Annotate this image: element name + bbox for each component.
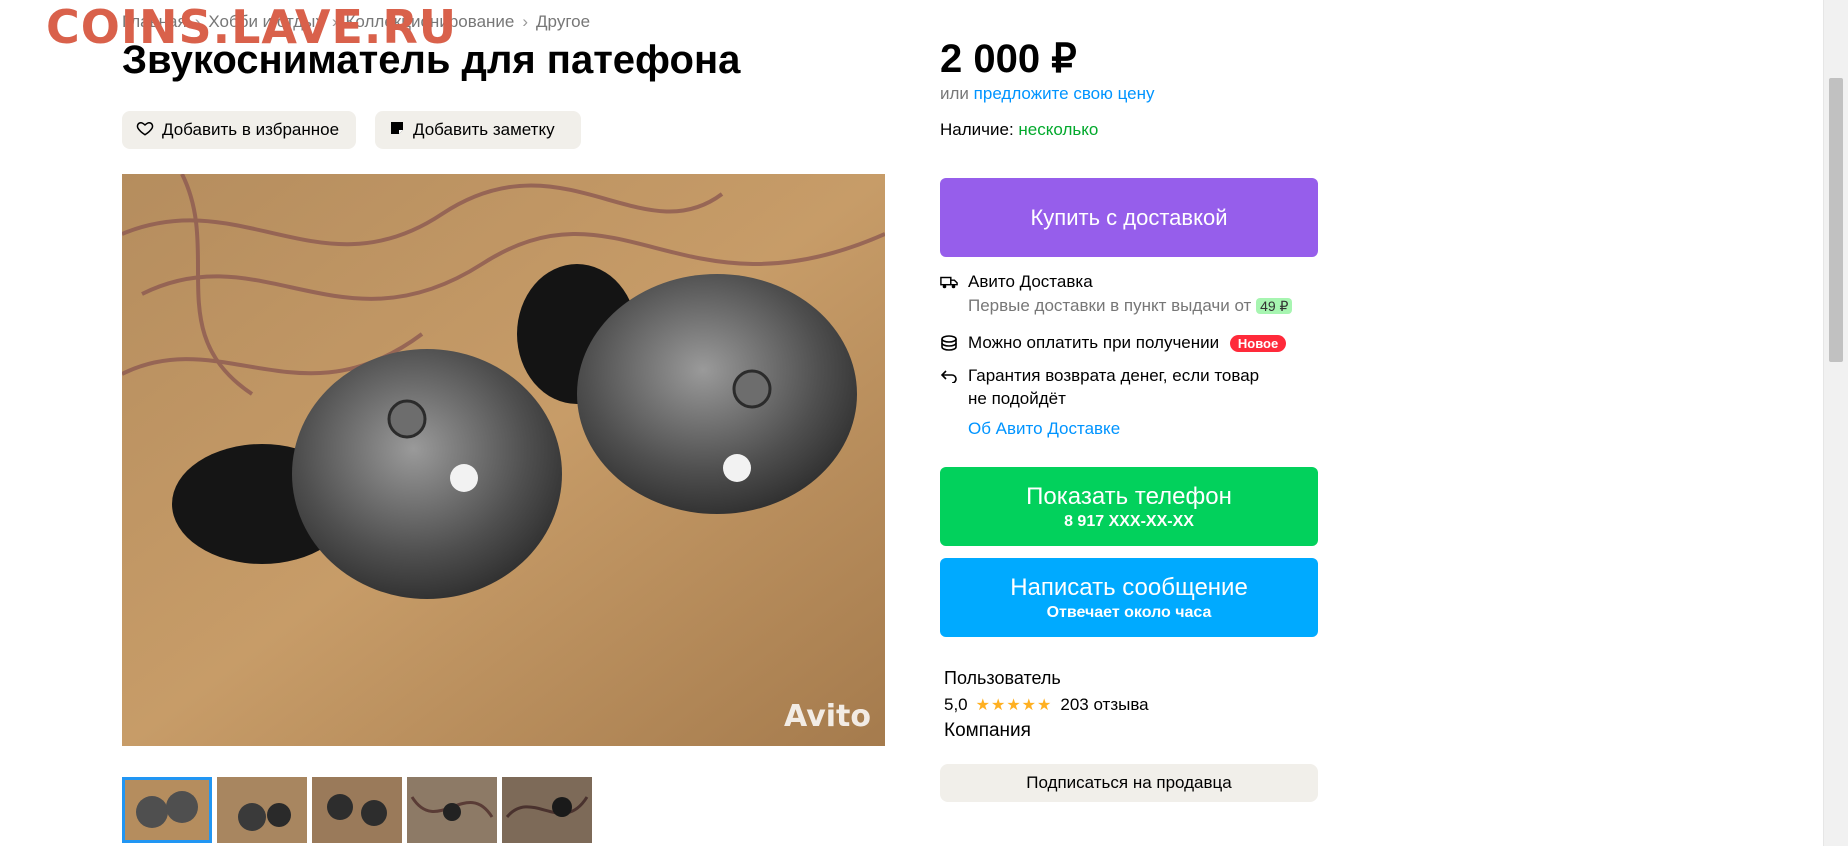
delivery-subtitle: Первые доставки в пункт выдачи от xyxy=(968,296,1252,315)
site-watermark: COINS.LAVE.RU xyxy=(46,0,458,54)
thumbnail[interactable] xyxy=(502,777,592,843)
reviews-link[interactable]: 203 отзыва xyxy=(1060,695,1148,715)
thumbnail-strip xyxy=(122,777,592,843)
offer-prefix: или xyxy=(940,84,969,103)
breadcrumb-other[interactable]: Другое xyxy=(536,12,590,32)
offer-price-line: или предложите свою цену xyxy=(940,84,1155,104)
avito-watermark: Avito xyxy=(784,699,871,734)
delivery-info: Авито Доставка Первые доставки в пункт в… xyxy=(940,272,1293,316)
guarantee-info: Гарантия возврата денег, если товар не п… xyxy=(940,366,1259,439)
rating-value: 5,0 xyxy=(944,695,968,714)
seller-company: Компания xyxy=(944,720,1031,741)
thumbnail[interactable] xyxy=(407,777,497,843)
add-favorite-button[interactable]: Добавить в избранное xyxy=(122,111,356,149)
show-phone-label: Показать телефон xyxy=(1026,482,1232,510)
new-badge: Новое xyxy=(1229,335,1287,352)
availability-label: Наличие: xyxy=(940,120,1014,139)
thumbnail[interactable] xyxy=(122,777,212,843)
add-note-label: Добавить заметку xyxy=(413,120,555,139)
offer-price-link[interactable]: предложите свою цену xyxy=(974,84,1155,103)
seller-rating: 5,0 ★★★★★ 203 отзыва xyxy=(944,695,1149,715)
chevron-right-icon: › xyxy=(522,12,529,31)
note-icon xyxy=(389,120,405,141)
add-favorite-label: Добавить в избранное xyxy=(162,120,340,139)
delivery-price-chip: 49 ₽ xyxy=(1256,298,1293,314)
show-phone-button[interactable]: Показать телефон 8 917 XXX-XX-XX xyxy=(940,467,1318,546)
subscribe-seller-label: Подписаться на продавца xyxy=(1026,773,1232,792)
seller-type: Пользователь xyxy=(944,668,1061,688)
phone-number: 8 917 XXX-XX-XX xyxy=(1064,512,1194,530)
about-delivery-link[interactable]: Об Авито Доставке xyxy=(968,419,1120,438)
pay-on-receipt-info: Можно оплатить при получении Новое xyxy=(940,333,1287,353)
response-time: Отвечает около часа xyxy=(1046,603,1212,621)
add-note-button[interactable]: Добавить заметку xyxy=(375,111,581,149)
buy-with-delivery-button[interactable]: Купить с доставкой xyxy=(940,178,1318,257)
guarantee-line-2: не подойдёт xyxy=(968,389,1066,408)
buy-with-delivery-label: Купить с доставкой xyxy=(1030,204,1228,230)
truck-icon xyxy=(940,273,958,291)
write-message-button[interactable]: Написать сообщение Отвечает около часа xyxy=(940,558,1318,637)
availability: Наличие: несколько xyxy=(940,120,1098,140)
pay-on-receipt-label: Можно оплатить при получении xyxy=(968,333,1220,352)
thumbnail[interactable] xyxy=(217,777,307,843)
heart-icon xyxy=(136,119,154,142)
main-product-photo[interactable]: Avito xyxy=(122,174,885,746)
subscribe-seller-button[interactable]: Подписаться на продавца xyxy=(940,764,1318,802)
price: 2 000 ₽ xyxy=(940,37,1077,81)
write-message-label: Написать сообщение xyxy=(1010,573,1248,601)
guarantee-line-1: Гарантия возврата денег, если товар xyxy=(968,366,1260,385)
availability-value: несколько xyxy=(1018,120,1099,139)
delivery-title: Авито Доставка xyxy=(968,272,1093,291)
scrollbar-thumb[interactable] xyxy=(1829,78,1843,362)
rating-stars: ★★★★★ xyxy=(975,697,1053,714)
page-scrollbar[interactable] xyxy=(1823,0,1848,846)
thumbnail[interactable] xyxy=(312,777,402,843)
coins-icon xyxy=(940,334,958,352)
return-arrow-icon xyxy=(940,367,958,385)
